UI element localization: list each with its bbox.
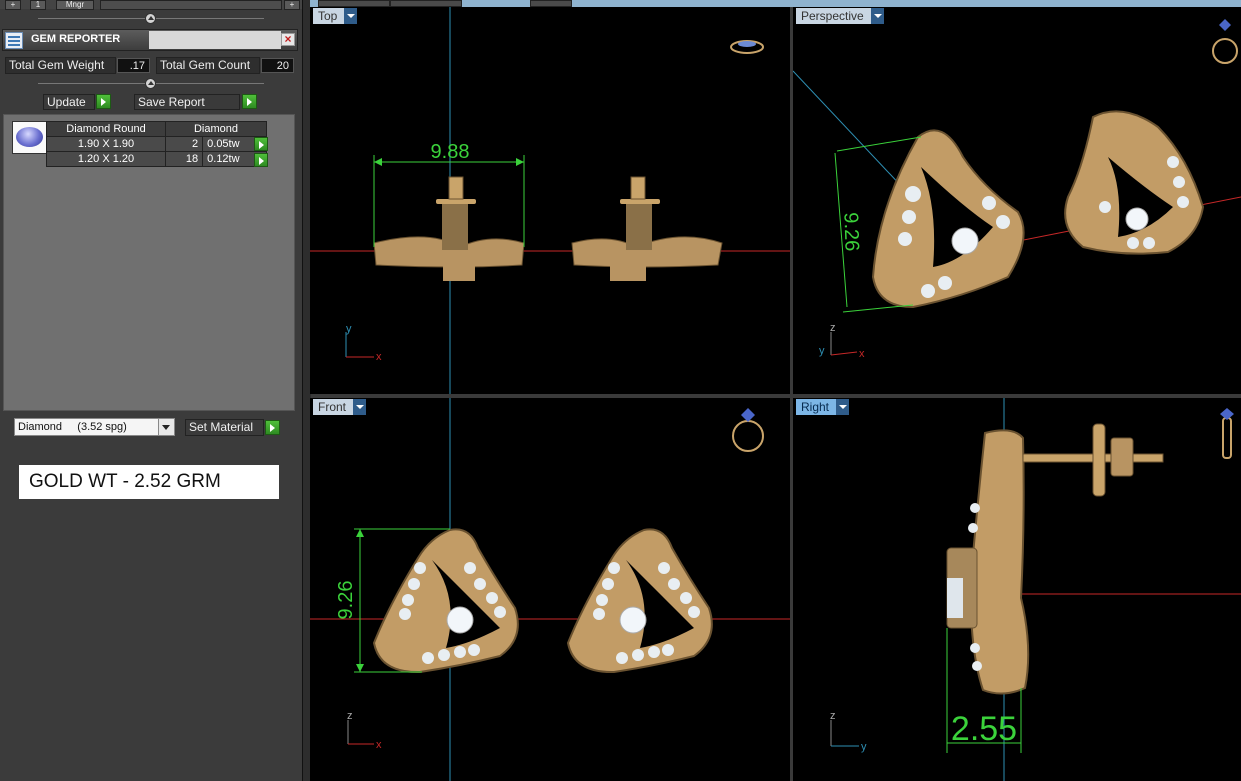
- right-dimension-label: 2.55: [951, 710, 1017, 748]
- viewport-label-text: Front: [318, 400, 347, 414]
- table-row[interactable]: 1.90 X 1.90 2 0.05tw: [46, 136, 267, 152]
- round-diamond-icon: [12, 121, 47, 154]
- perspective-view-canvas: 9.26 z y x: [793, 19, 1241, 360]
- top-dimension-label: 9.88: [431, 141, 470, 163]
- viewport-label-text: Top: [318, 9, 338, 23]
- gem-table: Diamond Round Diamond 1.90 X 1.90 2 0.05…: [46, 121, 267, 167]
- toolbar-slider[interactable]: [100, 0, 282, 10]
- axis-label-x: x: [376, 351, 382, 363]
- total-gem-count-value: 20: [261, 58, 294, 73]
- axis-label-x: x: [376, 739, 382, 751]
- chevron-down-icon[interactable]: [870, 8, 884, 24]
- ring-icon: [732, 420, 764, 452]
- row-go-icon[interactable]: [254, 137, 268, 151]
- manager-button[interactable]: Mngr: [56, 0, 94, 10]
- viewport-front[interactable]: 9.26 z x Front: [310, 398, 790, 781]
- gem-size: 1.90 X 1.90: [46, 136, 166, 152]
- gem-count: 18: [164, 151, 204, 167]
- perspective-dimension-label: 9.26: [839, 212, 862, 252]
- axis-label-y: y: [861, 741, 867, 753]
- viewport-label-perspective[interactable]: Perspective: [796, 8, 884, 24]
- gem-list: Diamond Round Diamond 1.90 X 1.90 2 0.05…: [3, 114, 295, 411]
- collapse-handle-icon[interactable]: [145, 78, 156, 89]
- column-header-type: Diamond: [165, 121, 267, 137]
- gem-reporter-title: GEM REPORTER: [31, 33, 121, 45]
- set-material-go-icon[interactable]: [265, 420, 280, 435]
- view-tab[interactable]: [530, 0, 572, 7]
- save-report-button[interactable]: Save Report: [134, 94, 240, 110]
- row-go-icon[interactable]: [254, 153, 268, 167]
- ring-icon: [1212, 38, 1238, 64]
- ring-side-icon: [1222, 417, 1232, 459]
- titlebar-fill: [149, 31, 281, 49]
- add-button[interactable]: +: [5, 0, 21, 10]
- chevron-down-icon[interactable]: [836, 399, 850, 415]
- total-gem-weight-label: Total Gem Weight: [5, 57, 116, 74]
- gold-weight-note: GOLD WT - 2.52 GRM: [19, 465, 279, 499]
- panel-toolbar: + 1 Mngr +: [0, 0, 302, 10]
- gem-reporter-panel: + 1 Mngr + GEM REPORTER × Total Gem Weig…: [0, 0, 302, 781]
- material-select-value: Diamond (3.52 spg): [18, 421, 127, 433]
- axis-label-x: x: [859, 348, 865, 360]
- chevron-down-icon[interactable]: [158, 419, 174, 435]
- save-report-go-icon[interactable]: [242, 94, 257, 109]
- update-go-icon[interactable]: [96, 94, 111, 109]
- chevron-down-icon[interactable]: [353, 399, 367, 415]
- top-view-canvas: 9.88 y x: [310, 7, 790, 394]
- axis-label-y: y: [819, 345, 825, 357]
- viewport-tab-strip: [310, 0, 1241, 7]
- axis-label-z: z: [347, 710, 353, 722]
- set-material-button[interactable]: Set Material: [185, 419, 264, 436]
- total-gem-count-label: Total Gem Count: [156, 57, 260, 74]
- table-row[interactable]: 1.20 X 1.20 18 0.12tw: [46, 151, 267, 167]
- view-tab[interactable]: [390, 0, 462, 7]
- viewport-label-text: Right: [801, 400, 830, 414]
- add-right-button[interactable]: +: [284, 0, 300, 10]
- viewport-right[interactable]: 2.55 z y Right: [793, 398, 1241, 781]
- axis-label-y: y: [346, 323, 352, 335]
- viewport-top[interactable]: 9.88 y x Top: [310, 7, 790, 394]
- view-tab[interactable]: [318, 0, 390, 7]
- gem-reporter-app-icon: [5, 32, 23, 49]
- axis-label-z: z: [830, 322, 836, 334]
- front-dimension-label: 9.26: [335, 581, 357, 620]
- axis-label-z: z: [830, 710, 836, 722]
- chevron-down-icon[interactable]: [344, 8, 358, 24]
- front-view-canvas: 9.26 z x: [310, 398, 790, 781]
- viewport-perspective[interactable]: 9.26 z y x Perspective: [793, 7, 1241, 394]
- viewport-label-top[interactable]: Top: [313, 8, 358, 24]
- close-icon[interactable]: ×: [281, 33, 295, 46]
- gem-reporter-titlebar: GEM REPORTER ×: [2, 29, 298, 51]
- right-view-canvas: 2.55 z y: [830, 398, 1241, 781]
- gem-count: 2: [164, 136, 204, 152]
- collapse-handle-icon[interactable]: [145, 13, 156, 24]
- material-select[interactable]: Diamond (3.52 spg): [14, 418, 175, 436]
- gem-size: 1.20 X 1.20: [46, 151, 166, 167]
- column-header-shape: Diamond Round: [46, 121, 166, 137]
- viewport-label-right[interactable]: Right: [796, 399, 850, 415]
- one-button[interactable]: 1: [30, 0, 46, 10]
- total-gem-weight-value: .17: [117, 58, 150, 73]
- update-button[interactable]: Update: [43, 94, 95, 110]
- viewport-label-text: Perspective: [801, 9, 864, 23]
- viewport-label-front[interactable]: Front: [313, 399, 367, 415]
